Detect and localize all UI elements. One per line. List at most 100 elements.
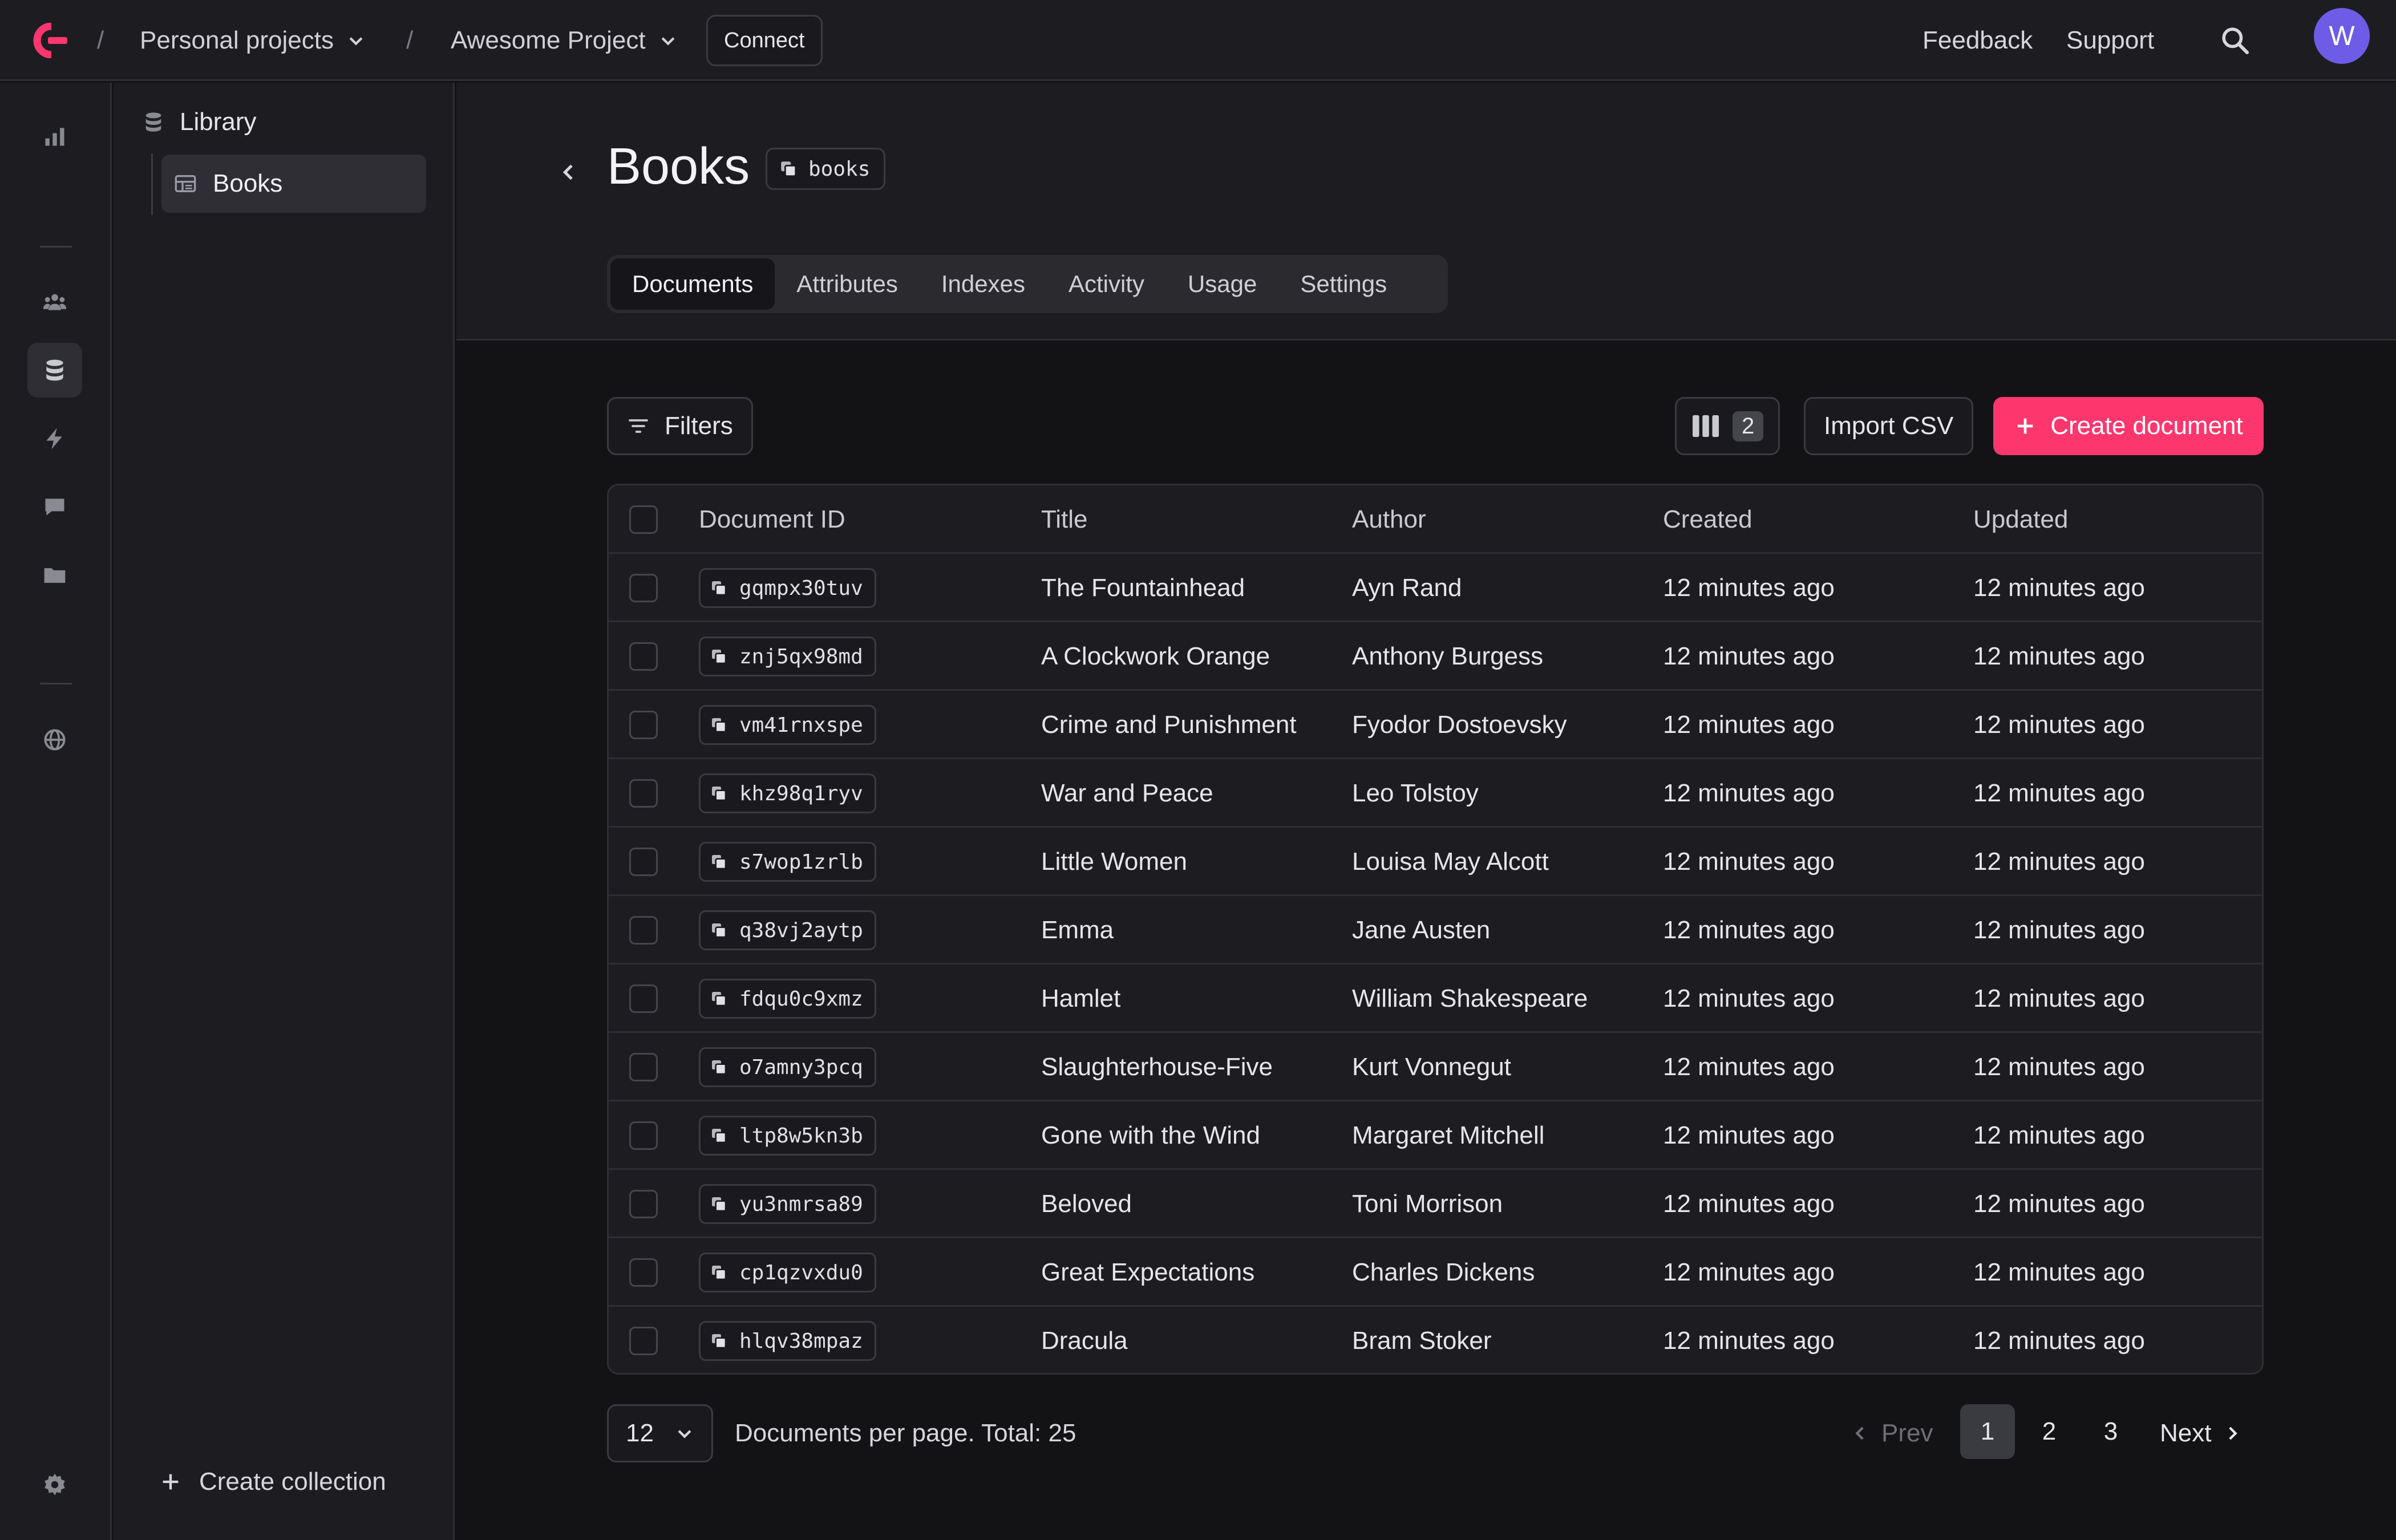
updated-cell: 12 minutes ago — [1973, 916, 2145, 944]
users-icon[interactable] — [27, 274, 82, 329]
table-row[interactable]: khz98q1ryv War and Peace Leo Tolstoy 12 min… — [609, 759, 2262, 828]
search-icon[interactable] — [2219, 0, 2251, 81]
table-row[interactable]: cp1qzvxdu0 Great Expectations Charles Dick… — [609, 1238, 2262, 1307]
create-document-button[interactable]: Create document — [1993, 397, 2264, 455]
chevron-left-icon — [1855, 1426, 1864, 1440]
document-id-cell: cp1qzvxdu0 — [699, 1238, 876, 1307]
support-link[interactable]: Support — [2066, 0, 2154, 81]
prev-label: Prev — [1881, 1419, 1933, 1447]
tab-indexes[interactable]: Indexes — [920, 258, 1047, 310]
create-collection-label: Create collection — [199, 1468, 386, 1496]
table-row[interactable]: vm41rnxspe Crime and Punishment Fyodor Dos… — [609, 691, 2262, 759]
created-cell: 12 minutes ago — [1663, 574, 1835, 602]
feedback-link[interactable]: Feedback — [1923, 0, 2033, 81]
table-row[interactable]: fdqu0c9xmz Hamlet William Shakespeare 12 mi… — [609, 964, 2262, 1033]
database-item[interactable]: Library — [142, 108, 257, 136]
document-id-chip[interactable]: znj5qx98md — [699, 637, 876, 676]
document-id-chip[interactable]: hlqv38mpaz — [699, 1321, 876, 1361]
row-checkbox[interactable] — [629, 1101, 658, 1170]
row-checkbox[interactable] — [629, 759, 658, 828]
document-id-chip[interactable]: vm41rnxspe — [699, 705, 876, 745]
table-row[interactable]: o7amny3pcq Slaughterhouse-Five Kurt Vonneg… — [609, 1033, 2262, 1101]
column-header-author[interactable]: Author — [1352, 485, 1426, 554]
columns-button[interactable]: 2 — [1675, 397, 1780, 455]
page-3-button[interactable]: 3 — [2083, 1404, 2138, 1459]
row-checkbox[interactable] — [629, 964, 658, 1033]
author-cell: Jane Austen — [1352, 916, 1491, 944]
project-selector[interactable]: Awesome Project — [451, 0, 678, 81]
document-id-chip[interactable]: khz98q1ryv — [699, 773, 876, 813]
tab-settings[interactable]: Settings — [1278, 258, 1409, 310]
prev-page-button[interactable]: Prev — [1851, 1404, 1933, 1462]
row-checkbox[interactable] — [629, 554, 658, 622]
database-icon[interactable] — [27, 343, 82, 398]
table-row[interactable]: gqmpx30tuv The Fountainhead Ayn Rand 12 min… — [609, 554, 2262, 622]
document-id: yu3nmrsa89 — [739, 1192, 863, 1216]
document-id-chip[interactable]: o7amny3pcq — [699, 1047, 876, 1087]
tab-activity[interactable]: Activity — [1047, 258, 1166, 310]
document-id-chip[interactable]: s7wop1zrlb — [699, 842, 876, 882]
sidebar-item-books[interactable]: Books — [161, 155, 426, 213]
row-checkbox[interactable] — [629, 896, 658, 964]
column-header-created[interactable]: Created — [1663, 485, 1753, 554]
table-row[interactable]: hlqv38mpaz Dracula Bram Stoker 12 minutes a… — [609, 1307, 2262, 1373]
column-header-id[interactable]: Document ID — [699, 485, 845, 554]
sidebar-item-label: Books — [213, 169, 283, 197]
tab-documents[interactable]: Documents — [610, 258, 775, 310]
filters-button[interactable]: Filters — [607, 397, 753, 455]
bolt-icon[interactable] — [27, 411, 82, 466]
copy-icon — [781, 161, 797, 177]
column-header-title[interactable]: Title — [1041, 485, 1088, 554]
tab-usage[interactable]: Usage — [1166, 258, 1278, 310]
globe-icon[interactable] — [27, 712, 82, 767]
table-row[interactable]: yu3nmrsa89 Beloved Toni Morrison 12 minutes… — [609, 1170, 2262, 1238]
row-checkbox[interactable] — [629, 691, 658, 759]
collections-sidebar: Library Books Create collection — [114, 83, 455, 1540]
bar-chart-icon[interactable] — [27, 109, 82, 164]
document-id-cell: khz98q1ryv — [699, 759, 876, 828]
folder-icon[interactable] — [27, 548, 82, 603]
appwrite-logo-icon[interactable] — [26, 0, 70, 81]
page-2-button[interactable]: 2 — [2022, 1404, 2077, 1459]
create-collection-button[interactable]: Create collection — [159, 1468, 386, 1496]
column-header-updated[interactable]: Updated — [1973, 485, 2068, 554]
table-row[interactable]: s7wop1zrlb Little Women Louisa May Alcott 1… — [609, 828, 2262, 896]
avatar[interactable]: W — [2314, 8, 2370, 64]
row-checkbox[interactable] — [629, 622, 658, 691]
next-page-button[interactable]: Next — [2160, 1404, 2242, 1462]
message-icon[interactable] — [27, 480, 82, 534]
table-row[interactable]: znj5qx98md A Clockwork Orange Anthony Burg… — [609, 622, 2262, 691]
author-cell: Leo Tolstoy — [1352, 779, 1479, 807]
table-row[interactable]: q38vj2aytp Emma Jane Austen 12 minutes ago 1… — [609, 896, 2262, 964]
select-all-checkbox[interactable] — [629, 485, 658, 554]
document-id-chip[interactable]: cp1qzvxdu0 — [699, 1253, 876, 1292]
title-cell: A Clockwork Orange — [1041, 642, 1270, 670]
document-id-chip[interactable]: fdqu0c9xmz — [699, 979, 876, 1019]
row-checkbox[interactable] — [629, 1307, 658, 1373]
tab-attributes[interactable]: Attributes — [775, 258, 919, 310]
org-selector[interactable]: Personal projects — [140, 0, 366, 81]
gear-icon[interactable] — [27, 1457, 82, 1512]
row-checkbox[interactable] — [629, 1033, 658, 1101]
document-id-chip[interactable]: q38vj2aytp — [699, 910, 876, 950]
table-row[interactable]: ltp8w5kn3b Gone with the Wind Margaret Mit… — [609, 1101, 2262, 1170]
title-cell: Emma — [1041, 916, 1114, 944]
row-checkbox[interactable] — [629, 1170, 658, 1238]
per-page-select[interactable]: 12 — [607, 1404, 713, 1462]
document-id-chip[interactable]: yu3nmrsa89 — [699, 1184, 876, 1224]
page-title: Books — [607, 138, 750, 195]
author-cell: Margaret Mitchell — [1352, 1121, 1545, 1149]
title-cell: Dracula — [1041, 1327, 1128, 1355]
collection-id-badge[interactable]: books — [766, 148, 886, 190]
updated-cell: 12 minutes ago — [1973, 1327, 2145, 1355]
columns-count-badge: 2 — [1733, 411, 1764, 441]
page-1-button[interactable]: 1 — [1960, 1404, 2015, 1459]
document-id-chip[interactable]: ltp8w5kn3b — [699, 1116, 876, 1156]
import-csv-button[interactable]: Import CSV — [1804, 397, 1974, 455]
connect-button[interactable]: Connect — [706, 15, 823, 66]
back-button[interactable] — [548, 151, 590, 193]
author-cell: Bram Stoker — [1352, 1327, 1492, 1355]
row-checkbox[interactable] — [629, 1238, 658, 1307]
document-id-chip[interactable]: gqmpx30tuv — [699, 568, 876, 608]
row-checkbox[interactable] — [629, 828, 658, 896]
